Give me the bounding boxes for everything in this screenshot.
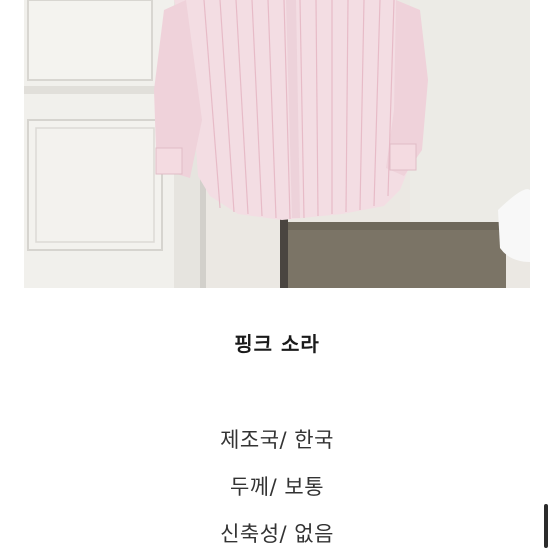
shirt-photo-illustration — [24, 0, 530, 288]
product-title: 핑크 소라 — [234, 332, 320, 356]
spec-elasticity: 신축성/ 없음 — [220, 522, 334, 546]
product-photo — [24, 0, 530, 288]
spec-thickness: 두께/ 보통 — [229, 475, 325, 499]
spec-country-of-origin: 제조국/ 한국 — [220, 428, 334, 452]
scrollbar-thumb[interactable] — [544, 504, 548, 548]
